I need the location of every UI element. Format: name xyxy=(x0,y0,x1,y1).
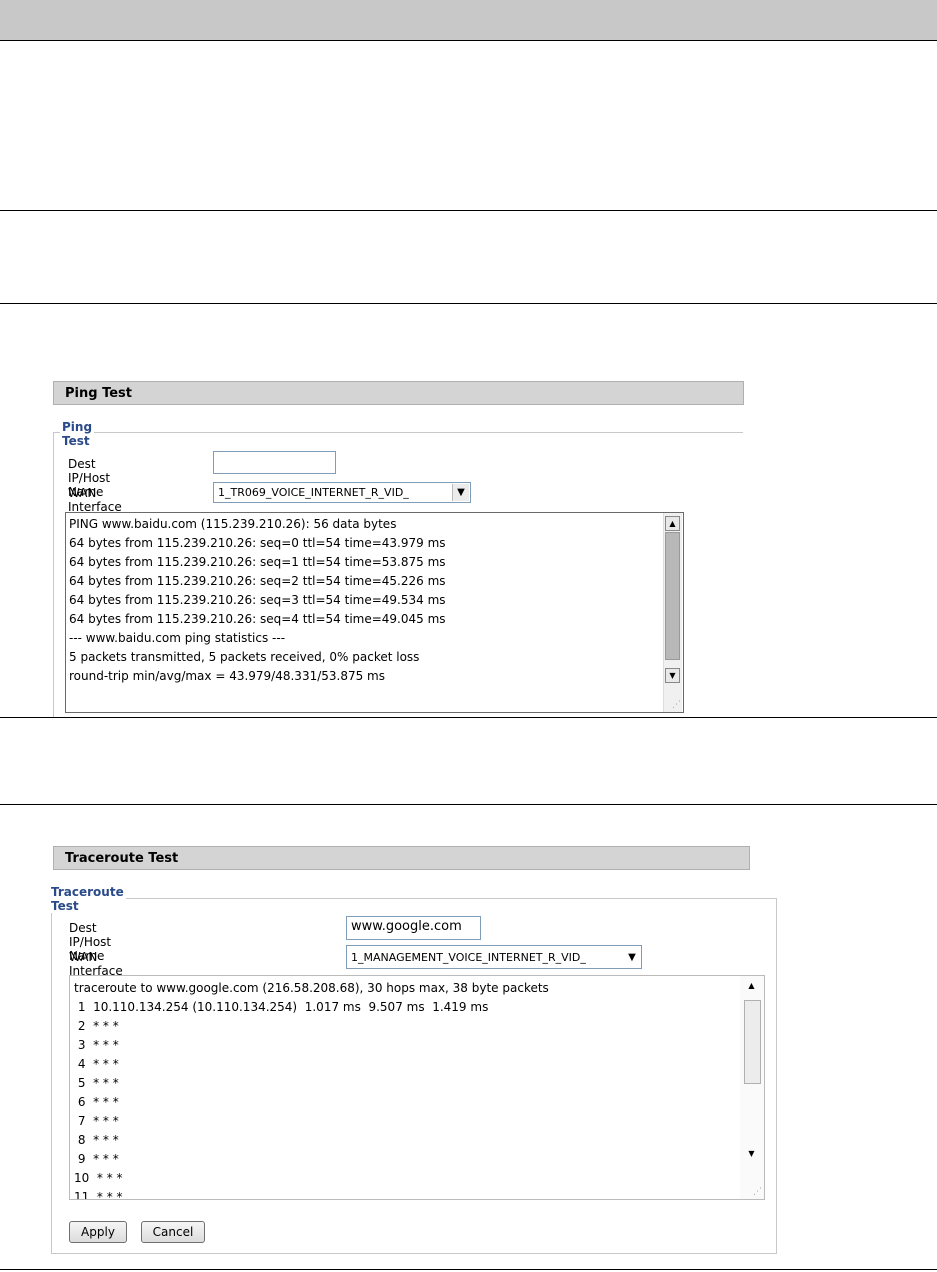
traceroute-output-lines: traceroute to www.google.com (216.58.208… xyxy=(74,979,549,1200)
scroll-up-icon[interactable]: ▲ xyxy=(665,516,680,531)
scroll-down-icon[interactable]: ▼ xyxy=(744,1146,759,1161)
ping-output-line: 64 bytes from 115.239.210.26: seq=1 ttl=… xyxy=(69,555,446,569)
ping-fieldset-left-border xyxy=(53,432,54,717)
traceroute-wan-select[interactable]: 1_MANAGEMENT_VOICE_INTERNET_R_VID_ ▼ xyxy=(346,945,642,969)
traceroute-output-line: 3 * * * xyxy=(74,1038,119,1052)
traceroute-dest-value: www.google.com xyxy=(351,919,462,934)
ping-output-line: 64 bytes from 115.239.210.26: seq=4 ttl=… xyxy=(69,612,446,626)
traceroute-output-line: traceroute to www.google.com (216.58.208… xyxy=(74,981,549,995)
divider xyxy=(0,717,937,718)
traceroute-output-line: 8 * * * xyxy=(74,1133,119,1147)
chevron-down-icon[interactable]: ▼ xyxy=(624,947,640,967)
ping-wan-select[interactable]: 1_TR069_VOICE_INTERNET_R_VID_ ▼ xyxy=(213,482,471,503)
scroll-down-icon[interactable]: ▼ xyxy=(665,668,680,683)
divider xyxy=(0,210,937,211)
resize-grip-icon[interactable]: ⋰ xyxy=(753,1187,762,1197)
traceroute-output-line: 9 * * * xyxy=(74,1152,119,1166)
ping-wan-label: WAN Interface xyxy=(68,486,122,514)
divider xyxy=(0,804,937,805)
ping-scroll-thumb[interactable] xyxy=(665,532,680,660)
ping-output-line: PING www.baidu.com (115.239.210.26): 56 … xyxy=(69,517,397,531)
ping-dest-input[interactable] xyxy=(213,451,336,474)
ping-output-line: 5 packets transmitted, 5 packets receive… xyxy=(69,650,420,664)
ping-header-title: Ping Test xyxy=(65,385,132,401)
traceroute-output-line: 7 * * * xyxy=(74,1114,119,1128)
traceroute-output-line: 6 * * * xyxy=(74,1095,119,1109)
ping-output-line: --- www.baidu.com ping statistics --- xyxy=(69,631,286,645)
ping-output-textarea[interactable]: PING www.baidu.com (115.239.210.26): 56 … xyxy=(65,512,684,713)
ping-output-line: round-trip min/avg/max = 43.979/48.331/5… xyxy=(69,669,385,683)
cancel-button[interactable]: Cancel xyxy=(141,1221,205,1243)
traceroute-legend: Traceroute Test xyxy=(49,885,126,913)
traceroute-scrollbar[interactable]: ▲ ▼ xyxy=(740,976,764,1199)
traceroute-header-title: Traceroute Test xyxy=(65,850,179,866)
cancel-button-label: Cancel xyxy=(152,1225,194,1239)
resize-grip-icon[interactable]: ⋰ xyxy=(672,700,681,710)
ping-scrollbar[interactable]: ▲ ▼ xyxy=(663,513,682,712)
traceroute-scroll-thumb[interactable] xyxy=(744,1000,761,1084)
traceroute-section-header: Traceroute Test xyxy=(53,846,750,870)
traceroute-wan-label: WAN Interface xyxy=(69,950,123,978)
top-header-bar xyxy=(0,0,937,41)
scroll-up-icon[interactable]: ▲ xyxy=(744,978,759,993)
ping-legend: Ping Test xyxy=(60,420,95,448)
ping-output-line: 64 bytes from 115.239.210.26: seq=0 ttl=… xyxy=(69,536,446,550)
ping-output-lines: PING www.baidu.com (115.239.210.26): 56 … xyxy=(69,515,446,686)
traceroute-output-line: 1 10.110.134.254 (10.110.134.254) 1.017 … xyxy=(74,1000,489,1014)
traceroute-output-line: 4 * * * xyxy=(74,1057,119,1071)
traceroute-wan-value: 1_MANAGEMENT_VOICE_INTERNET_R_VID_ xyxy=(351,950,586,964)
chevron-down-icon[interactable]: ▼ xyxy=(452,484,469,501)
apply-button-label: Apply xyxy=(81,1225,115,1239)
traceroute-output-line: 2 * * * xyxy=(74,1019,119,1033)
ping-wan-value: 1_TR069_VOICE_INTERNET_R_VID_ xyxy=(218,486,409,499)
divider xyxy=(0,1269,937,1270)
traceroute-output-textarea[interactable]: traceroute to www.google.com (216.58.208… xyxy=(69,975,765,1200)
traceroute-output-line: 10 * * * xyxy=(74,1171,123,1185)
divider xyxy=(0,303,937,304)
ping-output-line: 64 bytes from 115.239.210.26: seq=3 ttl=… xyxy=(69,593,446,607)
traceroute-dest-input[interactable]: www.google.com xyxy=(346,916,481,940)
ping-section-header: Ping Test xyxy=(53,381,744,405)
ping-fieldset-border xyxy=(53,432,743,433)
traceroute-output-line: 11 * * * xyxy=(74,1190,123,1200)
traceroute-output-line: 5 * * * xyxy=(74,1076,119,1090)
ping-output-line: 64 bytes from 115.239.210.26: seq=2 ttl=… xyxy=(69,574,446,588)
apply-button[interactable]: Apply xyxy=(69,1221,127,1243)
